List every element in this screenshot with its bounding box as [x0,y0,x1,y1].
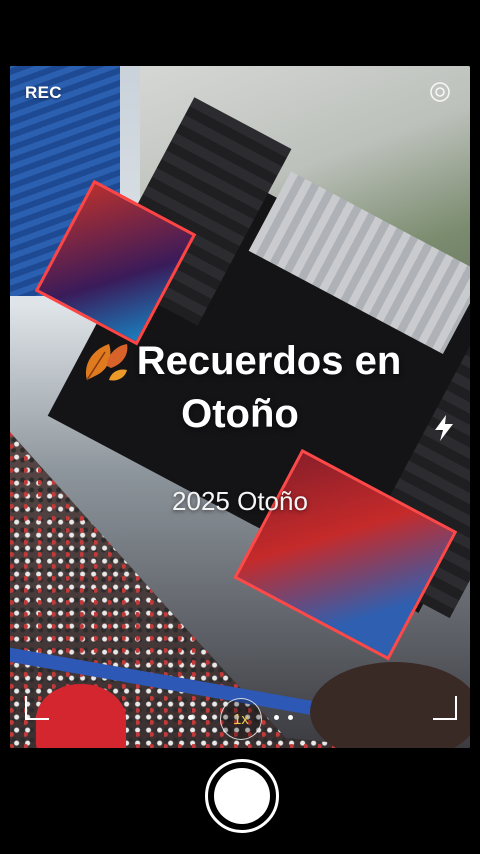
zoom-dot[interactable] [188,715,193,720]
title-text-1: Recuerdos en [136,338,402,383]
zoom-dot[interactable] [274,715,279,720]
settings-icon[interactable] [429,81,451,103]
memory-title: Recuerdos en Otoño [0,334,480,437]
title-line-1: Recuerdos en [0,334,480,388]
zoom-dot[interactable] [202,715,207,720]
title-text-2: Otoño [181,392,299,436]
autumn-leaf-icon [85,344,128,381]
subtitle-text: 2025 Otoño [172,486,308,516]
shutter-button[interactable] [205,759,279,833]
zoom-selector[interactable]: 1x [180,698,300,740]
zoom-dot[interactable] [288,715,293,720]
rec-label: REC [25,83,62,102]
shutter-inner[interactable] [214,768,270,824]
scene-red-cap [36,684,126,748]
frame-corner-bottom-right [433,696,457,720]
frame-corner-bottom-left [25,696,49,720]
zoom-level-button[interactable]: 1x [220,698,262,740]
